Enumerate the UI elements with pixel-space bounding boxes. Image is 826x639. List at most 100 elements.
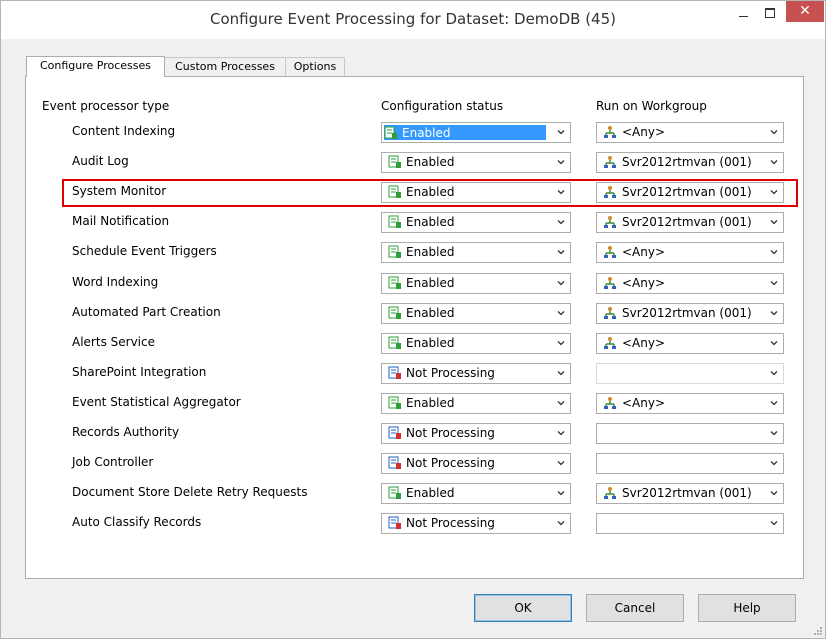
status-dropdown[interactable]: Enabled — [381, 333, 571, 354]
maximize-button[interactable] — [757, 3, 783, 21]
chevron-down-icon — [557, 311, 565, 316]
status-value: Enabled — [388, 336, 455, 350]
status-text: Not Processing — [406, 426, 495, 440]
workgroup-dropdown[interactable] — [596, 513, 784, 534]
close-button[interactable]: ✕ — [786, 1, 824, 22]
workgroup-dropdown[interactable]: Svr2012rtmvan (001) — [596, 212, 784, 233]
column-header-workgroup: Run on Workgroup — [596, 99, 707, 113]
status-dropdown[interactable]: Not Processing — [381, 513, 571, 534]
workgroup-dropdown[interactable] — [596, 453, 784, 474]
processor-label: Records Authority — [72, 425, 180, 439]
enabled-status-icon — [384, 126, 397, 139]
chevron-down-icon — [770, 461, 778, 466]
workgroup-text: Svr2012rtmvan (001) — [622, 155, 752, 169]
chevron-down-icon — [770, 130, 778, 135]
enabled-status-icon — [388, 396, 401, 409]
workgroup-text: <Any> — [622, 396, 666, 410]
cancel-button[interactable]: Cancel — [586, 594, 684, 622]
workgroup-icon — [604, 397, 616, 409]
status-text: Enabled — [406, 396, 455, 410]
status-dropdown[interactable]: Enabled — [381, 242, 571, 263]
minimize-button[interactable] — [731, 3, 757, 21]
status-value: Not Processing — [388, 516, 495, 530]
status-dropdown[interactable]: Not Processing — [381, 363, 571, 384]
workgroup-value: <Any> — [603, 396, 665, 410]
enabled-status-icon — [388, 276, 401, 289]
chevron-down-icon — [770, 341, 778, 346]
chevron-down-icon — [770, 160, 778, 165]
help-button[interactable]: Help — [698, 594, 796, 622]
processor-label: Schedule Event Triggers — [72, 244, 217, 258]
workgroup-dropdown[interactable]: <Any> — [596, 122, 784, 143]
window-title: Configure Event Processing for Dataset: … — [210, 10, 616, 28]
workgroup-dropdown[interactable]: Svr2012rtmvan (001) — [596, 303, 784, 324]
workgroup-value: <Any> — [603, 245, 665, 259]
status-value: Not Processing — [388, 366, 495, 380]
chevron-down-icon — [770, 491, 778, 496]
workgroup-dropdown[interactable] — [596, 423, 784, 444]
status-dropdown[interactable]: Enabled — [381, 483, 571, 504]
enabled-status-icon — [388, 155, 401, 168]
tab-options[interactable]: Options — [285, 57, 345, 76]
workgroup-text: Svr2012rtmvan (001) — [622, 486, 752, 500]
workgroup-icon — [604, 216, 616, 228]
status-value: Enabled — [388, 396, 455, 410]
chevron-down-icon — [557, 521, 565, 526]
status-dropdown[interactable]: Enabled — [381, 122, 571, 143]
workgroup-icon — [604, 307, 616, 319]
workgroup-icon — [604, 156, 616, 168]
processor-label: Event Statistical Aggregator — [72, 395, 241, 409]
chevron-down-icon — [557, 371, 565, 376]
status-dropdown[interactable]: Enabled — [381, 303, 571, 324]
status-dropdown[interactable]: Not Processing — [381, 453, 571, 474]
workgroup-text: <Any> — [622, 276, 666, 290]
status-value: Enabled — [388, 276, 455, 290]
workgroup-value: Svr2012rtmvan (001) — [603, 215, 752, 229]
chevron-down-icon — [770, 220, 778, 225]
status-text: Enabled — [406, 155, 455, 169]
workgroup-dropdown[interactable]: <Any> — [596, 273, 784, 294]
not-processing-status-icon — [388, 366, 401, 379]
workgroup-icon — [604, 126, 616, 138]
workgroup-text: Svr2012rtmvan (001) — [622, 215, 752, 229]
chevron-down-icon — [770, 371, 778, 376]
status-text: Enabled — [406, 306, 455, 320]
status-value: Enabled — [388, 486, 455, 500]
configure-processes-panel: Event processor type Configuration statu… — [25, 76, 804, 579]
chevron-down-icon — [557, 461, 565, 466]
title-bar: Configure Event Processing for Dataset: … — [1, 1, 825, 39]
status-dropdown[interactable]: Enabled — [381, 273, 571, 294]
status-text: Enabled — [402, 125, 451, 140]
dialog-window: Configure Event Processing for Dataset: … — [0, 0, 826, 639]
resize-grip-icon[interactable] — [813, 626, 823, 636]
workgroup-dropdown[interactable]: <Any> — [596, 242, 784, 263]
column-header-type: Event processor type — [42, 99, 170, 113]
tab-configure-processes[interactable]: Configure Processes — [26, 56, 165, 77]
chevron-down-icon — [770, 281, 778, 286]
status-value: Enabled — [388, 215, 455, 229]
status-value: Not Processing — [388, 456, 495, 470]
tab-custom-processes[interactable]: Custom Processes — [164, 57, 286, 76]
workgroup-dropdown[interactable]: Svr2012rtmvan (001) — [596, 152, 784, 173]
status-dropdown[interactable]: Enabled — [381, 152, 571, 173]
enabled-status-icon — [388, 336, 401, 349]
enabled-status-icon — [388, 215, 401, 228]
status-text: Not Processing — [406, 366, 495, 380]
status-value: Enabled — [384, 125, 546, 140]
status-dropdown[interactable]: Enabled — [381, 212, 571, 233]
processor-label: Document Store Delete Retry Requests — [72, 485, 308, 499]
ok-button[interactable]: OK — [474, 594, 572, 622]
status-text: Enabled — [406, 336, 455, 350]
chevron-down-icon — [770, 250, 778, 255]
status-dropdown[interactable]: Not Processing — [381, 423, 571, 444]
workgroup-dropdown[interactable]: <Any> — [596, 393, 784, 414]
status-text: Not Processing — [406, 516, 495, 530]
chevron-down-icon — [770, 311, 778, 316]
workgroup-icon — [604, 277, 616, 289]
workgroup-dropdown[interactable]: Svr2012rtmvan (001) — [596, 483, 784, 504]
workgroup-value: <Any> — [603, 336, 665, 350]
status-dropdown[interactable]: Enabled — [381, 393, 571, 414]
status-text: Not Processing — [406, 456, 495, 470]
workgroup-dropdown[interactable]: <Any> — [596, 333, 784, 354]
chevron-down-icon — [557, 491, 565, 496]
